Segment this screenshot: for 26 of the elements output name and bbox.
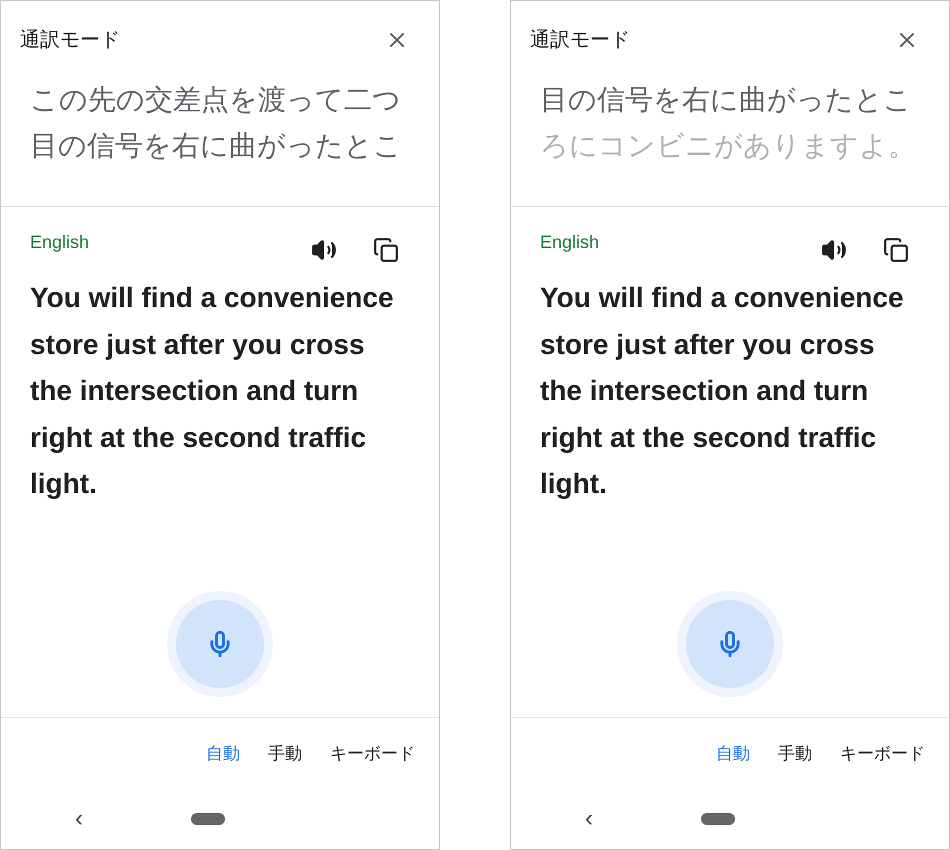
home-handle[interactable]	[191, 813, 225, 825]
speaker-icon[interactable]	[821, 237, 847, 263]
microphone-button[interactable]	[686, 600, 774, 688]
back-button[interactable]: ‹	[585, 807, 593, 831]
source-text-line: この先の交差点を渡って二つ	[30, 83, 402, 117]
speaker-icon[interactable]	[311, 237, 337, 263]
translation-text: You will find a convenience store just after you cross the intersection and turn right at the second traffic light.	[30, 281, 395, 501]
language-label: English	[30, 231, 90, 254]
copy-icon[interactable]	[883, 237, 909, 263]
copy-icon[interactable]	[373, 237, 399, 263]
back-button[interactable]: ‹	[75, 807, 83, 831]
source-text-line: 目の信号を右に曲がったとこ	[540, 83, 913, 117]
mode-tab[interactable]: キーボード	[330, 740, 415, 766]
source-text-line: 目の信号を右に曲がったとこ	[30, 129, 403, 163]
screen-title: 通訳モード	[20, 28, 120, 53]
mode-tab[interactable]: 自動	[716, 740, 750, 766]
mode-tab[interactable]: 手動	[268, 740, 302, 766]
screen-title: 通訳モード	[530, 28, 630, 53]
source-text-line: ろにコンビニがありますよ。	[540, 129, 917, 163]
translation-text: You will find a convenience store just after you cross the intersection and turn right at the second traffic light.	[540, 281, 905, 501]
microphone-button[interactable]	[176, 600, 264, 688]
mode-tab[interactable]: 手動	[778, 740, 812, 766]
language-label: English	[540, 231, 600, 254]
mode-tab[interactable]: 自動	[206, 740, 240, 766]
home-handle[interactable]	[701, 813, 735, 825]
mode-tab[interactable]: キーボード	[840, 740, 925, 766]
